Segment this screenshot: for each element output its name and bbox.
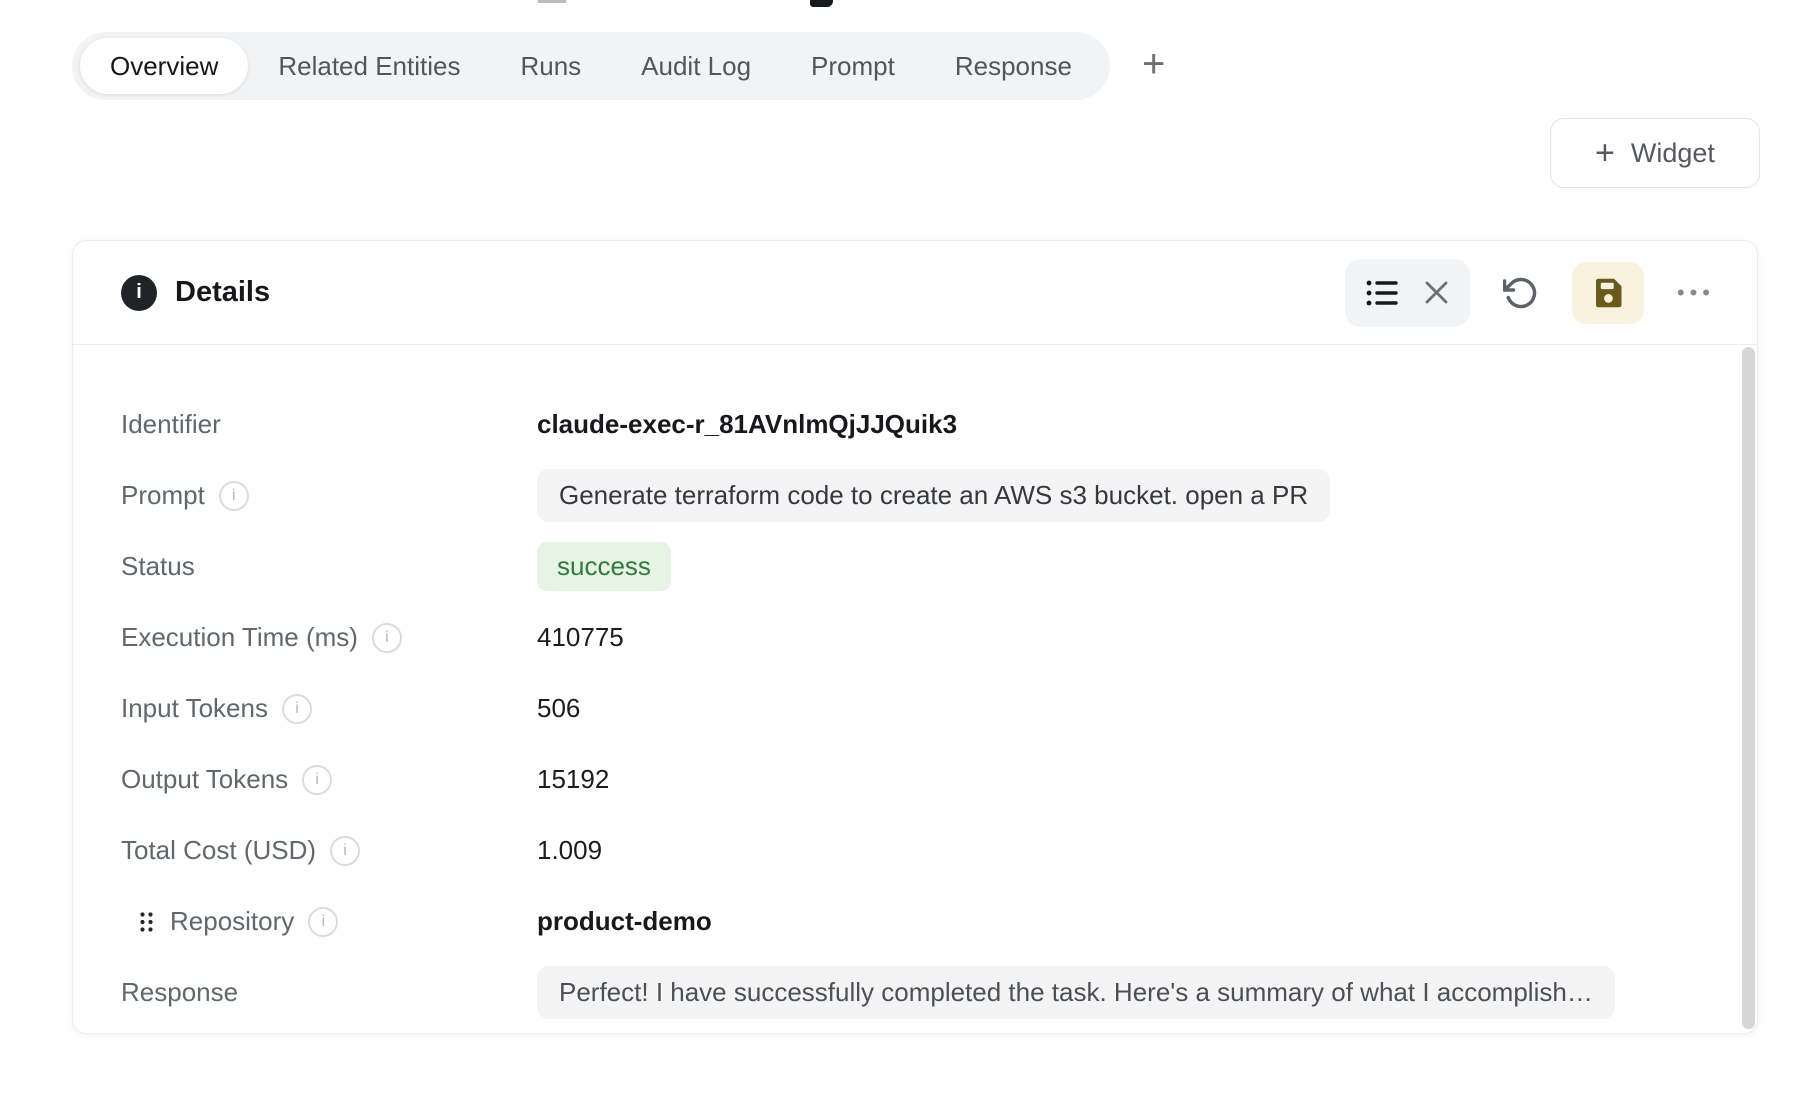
field-row-response: Response Perfect! I have successfully co…	[121, 957, 1709, 1028]
response-value[interactable]: Perfect! I have successfully completed t…	[537, 966, 1615, 1019]
info-icon[interactable]: i	[330, 836, 360, 866]
drag-handle-icon[interactable]	[139, 911, 154, 933]
card-title: Details	[175, 276, 270, 309]
details-card: i Details	[72, 240, 1758, 1034]
details-card-header: i Details	[73, 241, 1757, 345]
field-row-output-tokens: Output Tokens i 15192	[121, 744, 1709, 815]
page-title-fragment	[810, 0, 833, 7]
field-row-identifier: Identifier claude-exec-r_81AVnlmQjJJQuik…	[121, 389, 1709, 460]
close-icon[interactable]	[1423, 279, 1450, 306]
field-label: Identifier	[121, 409, 221, 440]
field-label: Execution Time (ms)	[121, 622, 358, 653]
info-icon[interactable]: i	[308, 907, 338, 937]
widget-button-label: Widget	[1631, 138, 1715, 169]
total-cost-value: 1.009	[537, 835, 602, 866]
execution-time-value: 410775	[537, 622, 624, 653]
info-icon[interactable]: i	[219, 481, 249, 511]
status-badge: success	[537, 542, 671, 591]
undo-icon[interactable]	[1503, 275, 1539, 311]
list-view-icon[interactable]	[1365, 278, 1399, 308]
field-row-prompt: Prompt i Generate terraform code to crea…	[121, 460, 1709, 531]
field-label: Status	[121, 551, 195, 582]
field-label: Input Tokens	[121, 693, 268, 724]
prompt-value[interactable]: Generate terraform code to create an AWS…	[537, 469, 1330, 522]
tab-response[interactable]: Response	[925, 38, 1102, 94]
tab-bar: Overview Related Entities Runs Audit Log…	[72, 32, 1165, 100]
field-row-repository: Repository i product-demo	[121, 886, 1709, 957]
field-label: Repository	[170, 906, 294, 937]
input-tokens-value: 506	[537, 693, 580, 724]
tab-overview[interactable]: Overview	[80, 38, 248, 94]
field-row-input-tokens: Input Tokens i 506	[121, 673, 1709, 744]
field-row-execution-time: Execution Time (ms) i 410775	[121, 602, 1709, 673]
identifier-value: claude-exec-r_81AVnlmQjJJQuik3	[537, 409, 957, 440]
info-icon[interactable]: i	[302, 765, 332, 795]
field-label: Output Tokens	[121, 764, 288, 795]
field-row-total-cost: Total Cost (USD) i 1.009	[121, 815, 1709, 886]
plus-icon: +	[1595, 136, 1615, 170]
save-icon	[1590, 275, 1626, 311]
card-header-actions: •••	[1345, 259, 1715, 327]
field-label: Total Cost (USD)	[121, 835, 316, 866]
details-field-list: Identifier claude-exec-r_81AVnlmQjJJQuik…	[73, 345, 1757, 1028]
save-button[interactable]	[1572, 262, 1644, 324]
view-mode-group	[1345, 259, 1470, 327]
tab-audit-log[interactable]: Audit Log	[611, 38, 781, 94]
info-icon[interactable]: i	[372, 623, 402, 653]
field-label: Prompt	[121, 480, 205, 511]
tab-runs[interactable]: Runs	[490, 38, 611, 94]
repository-value: product-demo	[537, 906, 712, 937]
add-widget-button[interactable]: + Widget	[1550, 118, 1760, 188]
scrollbar-thumb[interactable]	[1742, 347, 1755, 1029]
more-options-icon[interactable]: •••	[1677, 280, 1715, 306]
page-title-fragment	[538, 0, 566, 3]
info-filled-icon: i	[121, 275, 157, 311]
tab-list: Overview Related Entities Runs Audit Log…	[72, 32, 1110, 100]
field-row-status: Status success	[121, 531, 1709, 602]
tab-related-entities[interactable]: Related Entities	[248, 38, 490, 94]
output-tokens-value: 15192	[537, 764, 609, 795]
tab-prompt[interactable]: Prompt	[781, 38, 925, 94]
info-icon[interactable]: i	[282, 694, 312, 724]
add-tab-icon[interactable]: +	[1142, 44, 1165, 88]
field-label: Response	[121, 977, 238, 1008]
